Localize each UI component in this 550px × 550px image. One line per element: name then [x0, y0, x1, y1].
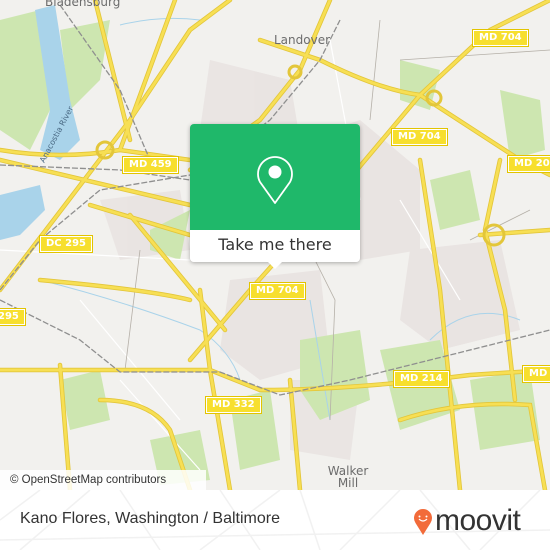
route-shield-md704: MD 704 [249, 282, 306, 300]
moovit-logo[interactable]: moovit [413, 502, 543, 538]
location-popup: Take me there [190, 124, 360, 269]
route-shield-md459: MD 459 [122, 156, 179, 174]
walker-mill-text: Walker Mill [327, 464, 369, 490]
map-attribution[interactable]: © OpenStreetMap contributors [0, 470, 206, 490]
location-title: Kano Flores, Washington / Baltimore [20, 510, 280, 527]
location-pin-icon [257, 156, 293, 204]
route-shield-md2x: MD 2 [522, 365, 550, 383]
route-shield-md214: MD 214 [393, 370, 450, 388]
route-shield-md704: MD 704 [391, 128, 448, 146]
place-label-landover: Landover [274, 33, 331, 47]
moovit-wordmark: moovit [435, 504, 521, 537]
popup-header [190, 124, 360, 230]
take-me-there-button[interactable]: Take me there [190, 230, 360, 262]
place-label-bladensburg: Bladensburg [45, 0, 121, 9]
moovit-pin-icon [414, 509, 432, 535]
route-shield-md202: MD 202 [507, 155, 550, 173]
popup-pointer [268, 262, 282, 269]
route-shield-i295: 295 [0, 308, 26, 326]
map[interactable]: Bladensburg Landover Walker Mill Anacost… [0, 0, 550, 490]
place-label-walker-mill: Walker Mill [326, 465, 370, 489]
route-shield-md704: MD 704 [472, 29, 529, 47]
route-shield-dc295: DC 295 [39, 235, 93, 253]
route-shield-md332: MD 332 [205, 396, 262, 414]
footer: Kano Flores, Washington / Baltimore moov… [0, 490, 550, 550]
